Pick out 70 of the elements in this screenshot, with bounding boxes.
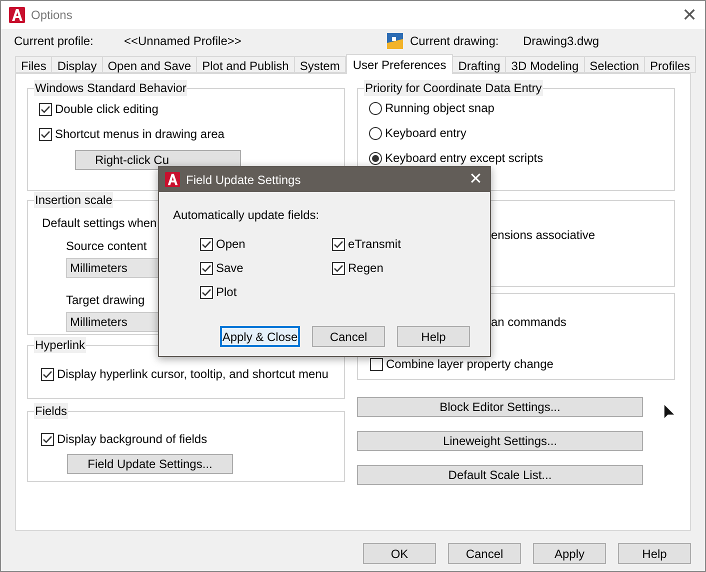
dialog-button[interactable]: Help [397, 326, 470, 347]
undo-label: an commands [491, 314, 568, 331]
tab[interactable]: Open and Save [102, 56, 198, 73]
checkbox[interactable] [200, 238, 213, 250]
target-units-label: Target drawing [66, 292, 145, 309]
footer-button[interactable]: Apply [533, 543, 606, 564]
footer-button[interactable]: Cancel [448, 543, 521, 564]
drawing-file-icon [387, 33, 403, 49]
close-icon[interactable]: ✕ [682, 6, 697, 24]
settings-button[interactable]: Block Editor Settings... [357, 397, 643, 417]
checkbox[interactable] [41, 368, 54, 380]
drawing-label: Current drawing: [410, 33, 500, 50]
app-logo-icon [165, 172, 180, 187]
tab[interactable]: User Preferences [346, 54, 454, 74]
checkbox[interactable] [39, 102, 52, 116]
tab[interactable]: 3D Modeling [506, 56, 585, 73]
group-title: Priority for Coordinate Data Entry [364, 80, 543, 96]
tab[interactable]: Drafting [453, 56, 506, 73]
drawing-value: Drawing3.dwg [523, 33, 600, 50]
dialog-title: Field Update Settings [186, 172, 301, 188]
right-click-button[interactable]: Right-click Cu [75, 150, 241, 170]
checkbox[interactable] [370, 358, 383, 370]
footer-button[interactable]: OK [363, 543, 436, 564]
window-title: Options [31, 7, 72, 24]
checkbox-label: Open [216, 236, 246, 253]
settings-button[interactable]: Lineweight Settings... [357, 431, 643, 451]
radio-label: Keyboard entry except scripts [385, 150, 544, 167]
tab[interactable]: Plot and Publish [197, 56, 295, 73]
radio-button[interactable] [369, 102, 382, 114]
app-logo-icon [9, 7, 25, 23]
group-title: Hyperlink [34, 337, 86, 353]
dialog-button[interactable]: Apply & Close [220, 326, 300, 347]
checkbox[interactable] [332, 262, 345, 274]
footer-button[interactable]: Help [618, 543, 691, 564]
tab[interactable]: Selection [584, 56, 646, 73]
radio-label: Running object snap [385, 100, 494, 117]
source-units-label: Source content [66, 238, 147, 255]
tab[interactable]: System [294, 56, 346, 73]
radio-button[interactable] [369, 126, 382, 140]
close-icon[interactable]: ✕ [469, 172, 482, 188]
group-title: Windows Standard Behavior [34, 80, 188, 96]
profile-label: Current profile: [14, 33, 94, 50]
checkbox-label: Plot [216, 284, 237, 301]
checkbox-label: Display background of fields [57, 431, 208, 448]
checkbox[interactable] [39, 128, 52, 140]
checkbox-label: Combine layer property change [386, 356, 554, 373]
radio-button[interactable] [369, 152, 382, 164]
checkbox-label: Regen [348, 260, 384, 277]
profile-value: <<Unnamed Profile>> [124, 33, 242, 50]
checkbox[interactable] [200, 262, 213, 274]
checkbox-label: Double click editing [55, 101, 158, 118]
checkbox-label: eTransmit [348, 236, 401, 253]
tab[interactable]: Profiles [645, 56, 696, 73]
group-title: Fields [34, 403, 68, 419]
tab[interactable]: Files [15, 56, 52, 73]
checkbox[interactable] [200, 286, 213, 298]
prompt-label: Automatically update fields: [173, 207, 320, 224]
associative-label: ensions associative [491, 228, 596, 242]
radio-label: Keyboard entry [385, 125, 466, 142]
checkbox-label: Shortcut menus in drawing area [55, 126, 224, 143]
field-update-button[interactable]: Field Update Settings... [67, 454, 233, 474]
settings-note: Default settings when [42, 215, 157, 232]
checkbox-label: Display hyperlink cursor, tooltip, and shortcut menu [57, 366, 328, 383]
checkbox-label: Save [216, 260, 244, 277]
checkbox[interactable] [332, 238, 345, 250]
group-title: Insertion scale [34, 192, 114, 208]
tab[interactable]: Display [52, 56, 103, 73]
settings-button[interactable]: Default Scale List... [357, 465, 643, 485]
checkbox[interactable] [41, 432, 54, 446]
dialog-button[interactable]: Cancel [312, 326, 385, 347]
